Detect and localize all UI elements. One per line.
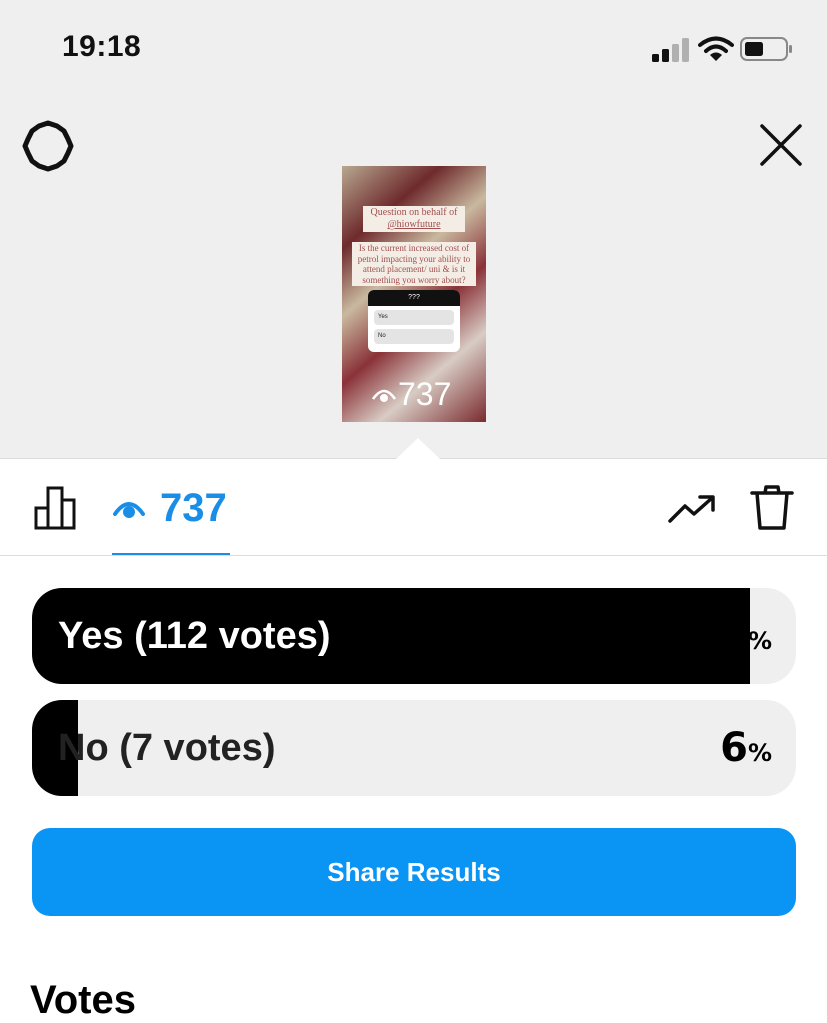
story-question-text: Is the current increased cost of petrol …	[352, 242, 476, 286]
eye-icon	[372, 389, 396, 402]
poll-option-percent: 6%	[720, 700, 772, 796]
story-thumbnail[interactable]: Question on behalf of @hiowfuture Is the…	[342, 166, 486, 422]
percent-number: 94	[692, 613, 748, 659]
signal-icon	[652, 38, 689, 62]
bar-chart-icon[interactable]	[34, 486, 78, 530]
trending-icon[interactable]	[668, 494, 716, 524]
trash-icon[interactable]	[750, 484, 794, 532]
tab-viewers-count[interactable]: 737	[160, 486, 227, 531]
story-poll-option: Yes	[374, 310, 454, 325]
share-results-button[interactable]: Share Results	[32, 828, 796, 916]
wifi-icon	[698, 36, 734, 61]
story-views-number: 737	[398, 376, 452, 412]
poll-result-no: No (7 votes) 6%	[32, 700, 796, 796]
story-handle: @hiowfuture	[387, 219, 441, 230]
poll-result-yes: Yes (112 votes) 94%	[32, 588, 796, 684]
poll-option-label: Yes (112 votes)	[58, 615, 331, 657]
votes-section-heading: Votes	[30, 978, 136, 1022]
story-question-header: Question on behalf of @hiowfuture	[363, 206, 465, 232]
settings-gear-icon[interactable]	[22, 120, 74, 172]
close-icon[interactable]	[756, 120, 806, 170]
eye-icon[interactable]	[112, 496, 146, 522]
percent-number: 6	[720, 725, 748, 771]
preview-pointer	[396, 438, 440, 459]
story-poll-title: ???	[368, 290, 460, 306]
poll-option-label: No (7 votes)	[58, 727, 276, 769]
percent-sign: %	[747, 739, 772, 767]
story-view-count: 737	[372, 376, 451, 413]
poll-option-percent: 94%	[692, 588, 772, 684]
status-time: 19:18	[62, 30, 142, 63]
active-tab-indicator	[112, 553, 230, 555]
percent-sign: %	[747, 627, 772, 655]
battery-icon	[740, 37, 792, 61]
story-poll-option: No	[374, 329, 454, 344]
story-poll-sticker: ??? Yes No	[368, 290, 460, 352]
